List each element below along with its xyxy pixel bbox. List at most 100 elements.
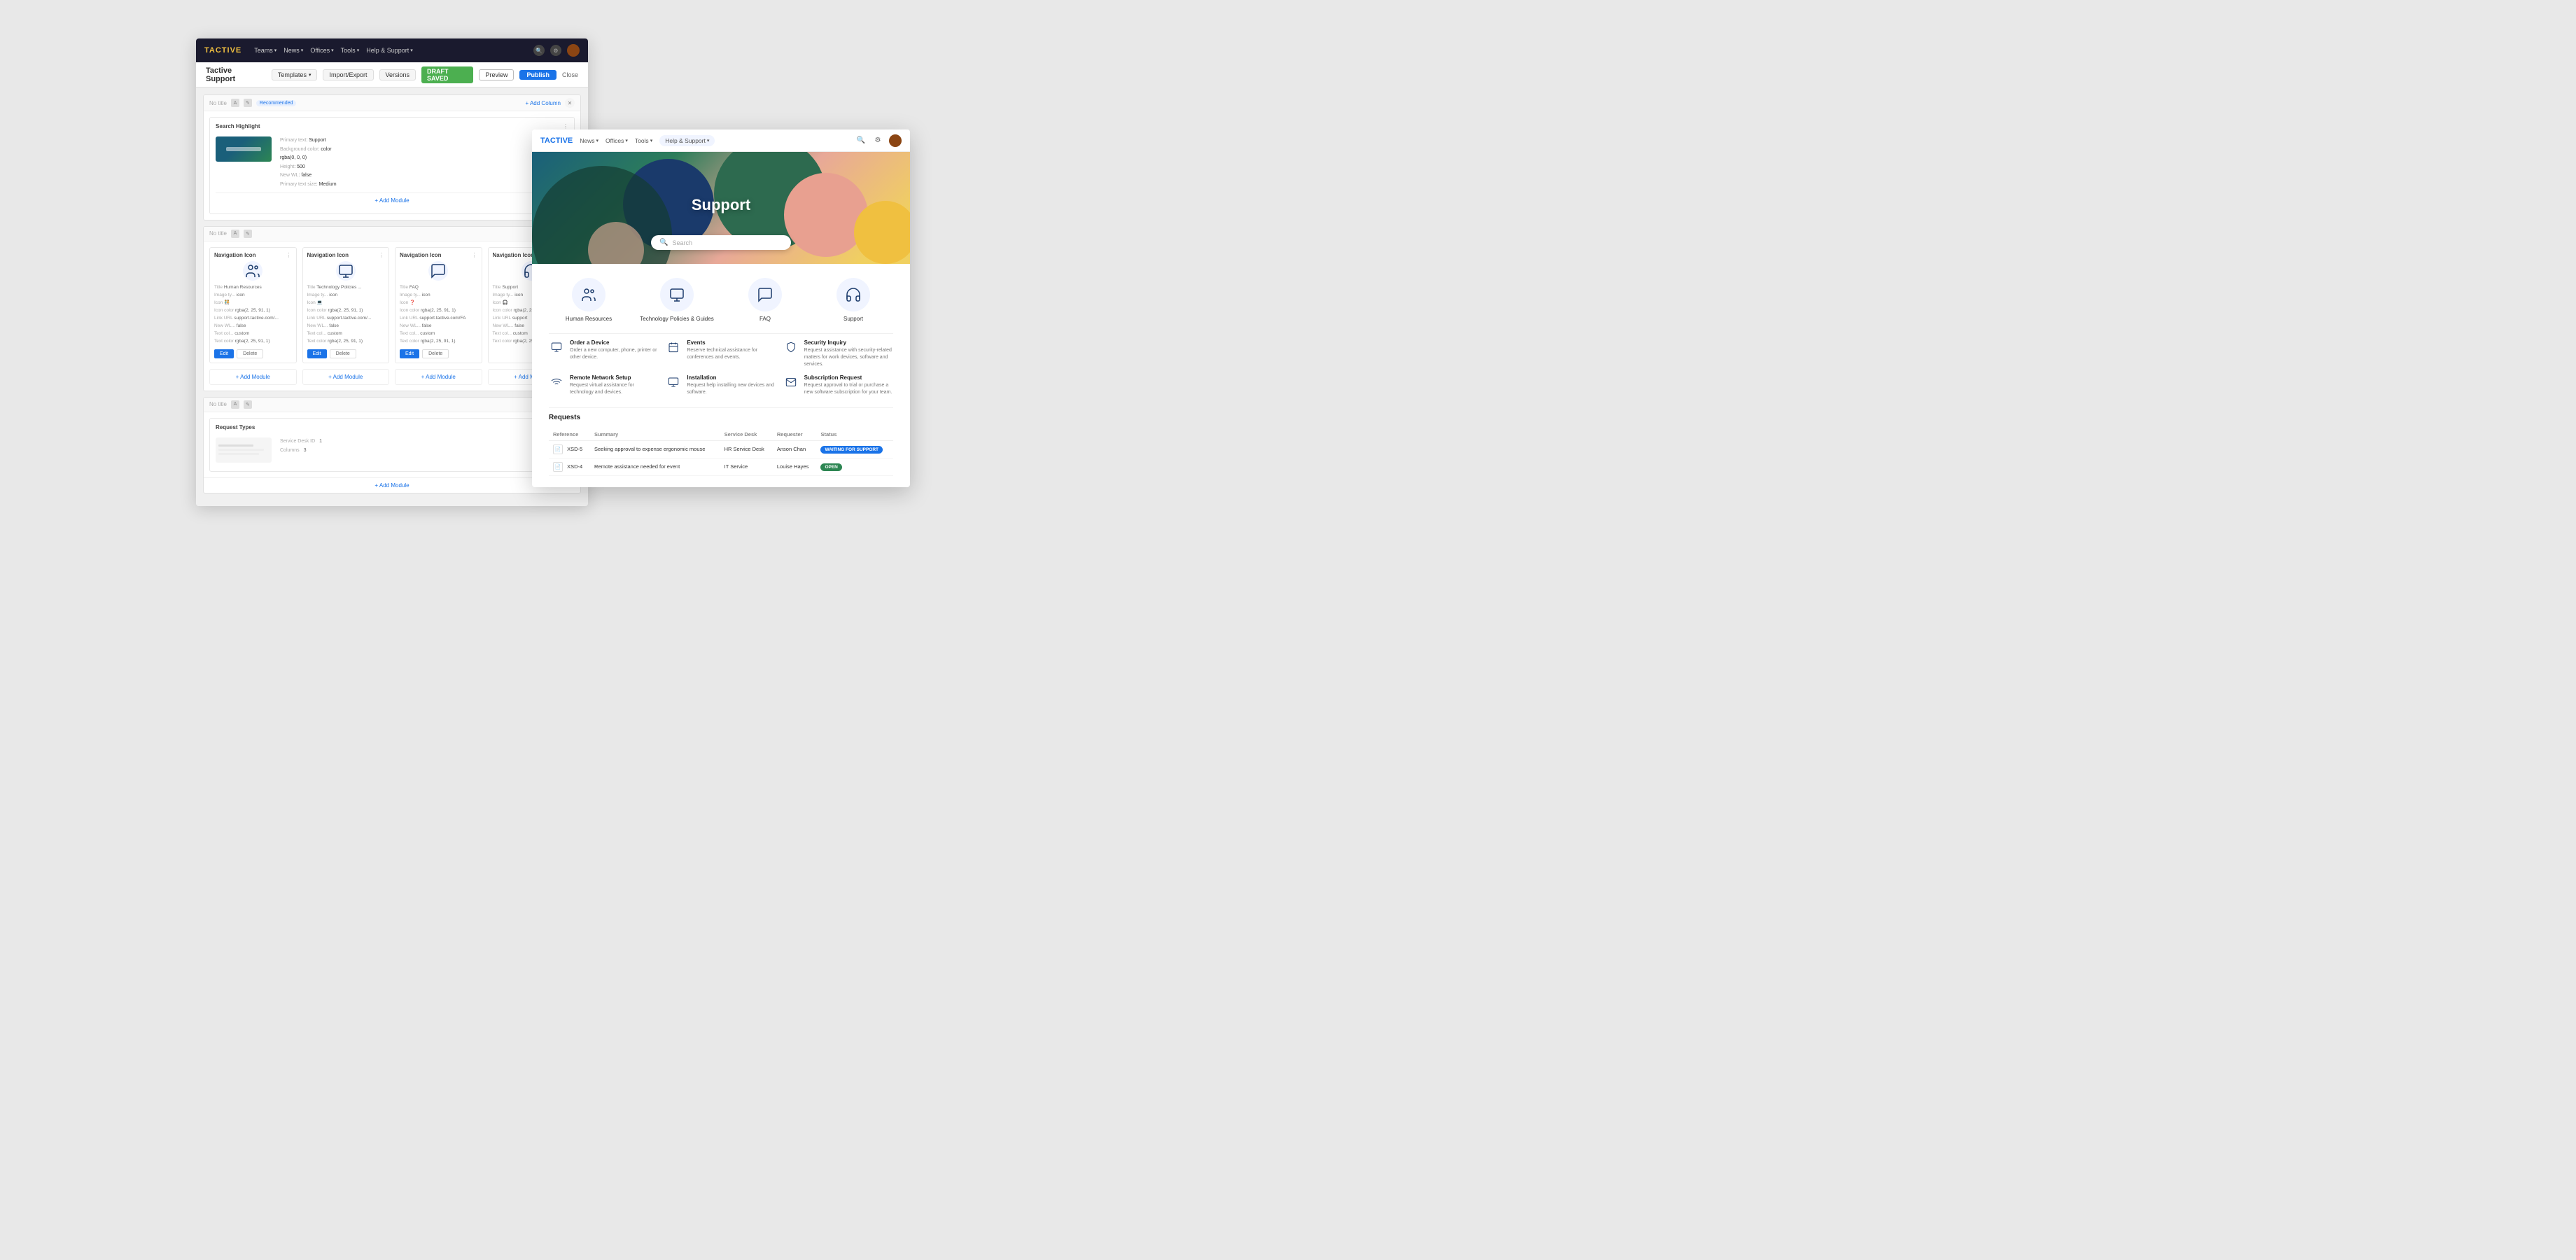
section-header-3: No title A ✎ [204,398,580,412]
add-module-col3[interactable]: + Add Module [395,369,482,385]
versions-button[interactable]: Versions [379,69,416,80]
section-close-icon[interactable]: ✕ [565,98,575,108]
rt-item-installation[interactable]: Installation Request help installing new… [666,374,776,396]
nav-item-offices[interactable]: Offices ▾ [310,47,333,54]
nav-item-teams[interactable]: Teams ▾ [254,47,276,54]
rt-props: Service Desk ID 1 Columns 3 [280,438,322,463]
nav-icons-grid: Navigation Icon ⋮ Title Human Resources … [209,247,575,363]
rt-item-subscription[interactable]: Subscription Request Request approval to… [783,374,893,396]
preview-settings-icon[interactable]: ⚙ [872,135,883,146]
request-types-section: No title A ✎ Request Types Service [203,397,581,493]
add-module-button-1[interactable]: + Add Module [216,192,568,208]
chevron-icon: ▾ [309,72,312,78]
rt-item-remote-network[interactable]: Remote Network Setup Request virtual ass… [549,374,659,396]
col-requester: Requester [773,428,817,441]
rt-info-installation: Installation Request help installing new… [687,374,776,396]
add-module-col1[interactable]: + Add Module [209,369,297,385]
module-card-header: Search Highlight ⋮ [216,123,568,130]
rt-item-order-device[interactable]: Order a Device Order a new computer, pho… [549,340,659,368]
hero-title: Support [692,196,750,214]
publish-button[interactable]: Publish [519,70,556,80]
tech-icon-circle [660,278,694,312]
editor-window: TACTIVE Teams ▾ News ▾ Offices ▾ Tools ▾… [196,38,588,506]
requester-xsd4: Louise Hayes [773,458,817,475]
hr-icon-props: Title Human Resources Image ty... icon I… [214,284,292,345]
preview-nav-tools[interactable]: Tools ▾ [635,137,652,144]
nav-item-help[interactable]: Help & Support ▾ [366,47,413,54]
font-icon-3[interactable]: A [231,400,239,409]
nav-item-tools[interactable]: Tools ▾ [341,47,360,54]
nav-icon-card-header-tech: Navigation Icon ⋮ [307,252,385,258]
delete-tech-button[interactable]: Delete [330,349,356,358]
font-icon-2[interactable]: A [231,230,239,238]
summary-xsd4: Remote assistance needed for event [590,458,720,475]
rt-item-security[interactable]: Security Inquiry Request assistance with… [783,340,893,368]
preview-nav-icon-support[interactable]: Support [813,278,893,322]
import-export-button[interactable]: Import/Export [323,69,373,80]
search-icon[interactable]: 🔍 [533,45,545,56]
add-column-button[interactable]: + Add Column [526,100,561,106]
hr-icon-label: Human Resources [566,316,612,322]
section-title-2: No title [209,230,227,237]
settings-icon[interactable]: ⚙ [550,45,561,56]
edit-hr-button[interactable]: Edit [214,349,234,358]
nav-icon-card-tech: Navigation Icon ⋮ Title Technology Polic… [302,247,390,363]
module-menu-icon[interactable]: ⋮ [563,123,568,130]
col-status: Status [816,428,893,441]
font-icon[interactable]: A [231,99,239,107]
table-header-row: Reference Summary Service Desk Requester… [549,428,893,441]
chevron-down-icon: ▾ [650,138,653,144]
installation-icon [666,374,681,390]
chevron-down-icon: ▾ [707,138,710,144]
module-properties: Primary text: Support Background color: … [280,136,337,190]
edit-icon-2[interactable]: ✎ [244,230,252,238]
preview-search-icon[interactable]: 🔍 [855,135,867,146]
edit-icon-3[interactable]: ✎ [244,400,252,409]
table-row[interactable]: 📄 XSD-5 Seeking approval to expense ergo… [549,440,893,458]
menu-icon[interactable]: ⋮ [286,252,292,258]
delete-faq-button[interactable]: Delete [422,349,449,358]
nav-icon-card-header-faq: Navigation Icon ⋮ [400,252,477,258]
section-header: No title A ✎ Recommended + Add Column ✕ [204,95,580,111]
hr-icon-circle [572,278,606,312]
col-summary: Summary [590,428,720,441]
status-badge-waiting: WAITING FOR SUPPORT [820,446,883,454]
delete-hr-button[interactable]: Delete [237,349,263,358]
preview-user-avatar[interactable] [889,134,902,147]
recommended-badge: Recommended [256,100,296,106]
menu-icon-tech[interactable]: ⋮ [379,252,384,258]
search-preview-box [216,136,272,162]
edit-icon[interactable]: ✎ [244,99,252,107]
close-button[interactable]: Close [562,71,578,78]
edit-tech-button[interactable]: Edit [307,349,327,358]
rt-info-security: Security Inquiry Request assistance with… [804,340,893,368]
tech-icon-props: Title Technology Policies ... Image ty..… [307,284,385,345]
status-xsd4: OPEN [816,458,893,475]
request-types-card: Request Types Service Desk ID 1 [209,418,575,472]
hero-search-bar[interactable]: 🔍 Search [651,235,791,250]
preview-nav-icon-tech[interactable]: Technology Policies & Guides [637,278,717,322]
user-avatar[interactable] [567,44,580,57]
prop-new-wl: New WL: false [280,172,337,181]
faq-icon-actions: Edit Delete [400,349,477,358]
preview-button[interactable]: Preview [479,69,514,80]
templates-button[interactable]: Templates ▾ [272,69,318,80]
preview-nav-icon-faq[interactable]: FAQ [725,278,805,322]
edit-faq-button[interactable]: Edit [400,349,419,358]
preview-nav-offices[interactable]: Offices ▾ [606,137,628,144]
chevron-icon: ▾ [357,48,360,53]
events-icon [666,340,681,355]
menu-icon-faq[interactable]: ⋮ [472,252,477,258]
add-module-col2[interactable]: + Add Module [302,369,390,385]
preview-nav-help[interactable]: Help & Support ▾ [659,135,715,146]
rt-info-order-device: Order a Device Order a new computer, pho… [570,340,659,361]
preview-nav-news[interactable]: News ▾ [580,137,598,144]
nav-item-news[interactable]: News ▾ [284,47,303,54]
rt-item-events[interactable]: Events Reserve technical assistance for … [666,340,776,368]
table-row[interactable]: 📄 XSD-4 Remote assistance needed for eve… [549,458,893,475]
preview-nav-icon-hr[interactable]: Human Resources [549,278,629,322]
section-title-3: No title [209,401,227,407]
add-module-rt[interactable]: + Add Module [204,477,580,493]
faq-icon-circle [748,278,782,312]
rt-info-subscription: Subscription Request Request approval to… [804,374,893,396]
